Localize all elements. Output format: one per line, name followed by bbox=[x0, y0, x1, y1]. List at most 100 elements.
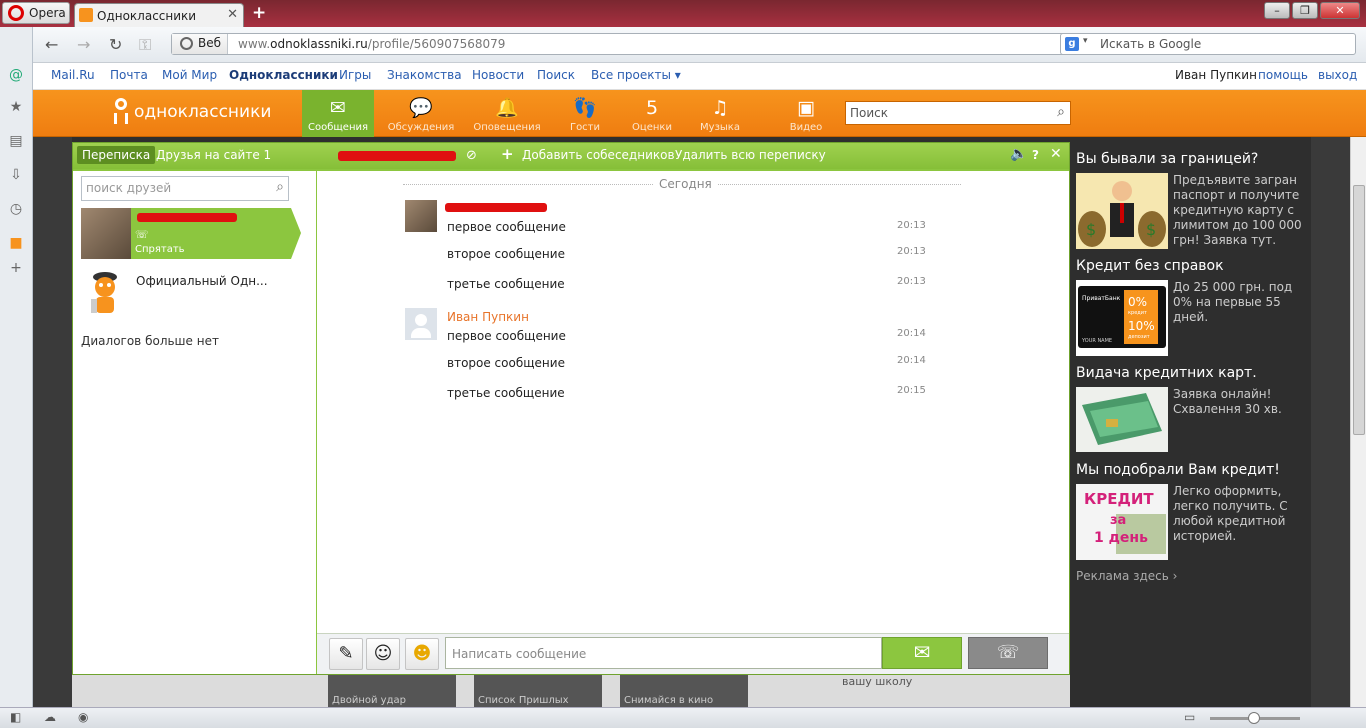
friend-search-input[interactable]: поиск друзей ⌕ bbox=[81, 176, 289, 201]
hide-dialog-button[interactable]: Спрятать bbox=[135, 244, 185, 255]
cloud-icon[interactable]: ☁ bbox=[44, 710, 56, 724]
add-panel-icon[interactable]: + bbox=[8, 260, 24, 276]
search-engine-caret-icon[interactable]: ▾ bbox=[1083, 36, 1088, 46]
sound-icon[interactable]: 🔈 bbox=[1010, 146, 1027, 162]
nav-messages[interactable]: ✉ Сообщения bbox=[302, 90, 374, 137]
ok-favicon-icon bbox=[79, 8, 93, 22]
block-icon[interactable]: ⊘ bbox=[466, 148, 477, 163]
new-tab-button[interactable]: + bbox=[252, 3, 266, 23]
ad-image[interactable] bbox=[1076, 387, 1168, 452]
nav-video[interactable]: ▣ Видео bbox=[770, 90, 842, 137]
downloads-icon[interactable]: ⇩ bbox=[8, 167, 24, 183]
smiley-icon[interactable]: ☻ bbox=[405, 638, 439, 670]
ad-text[interactable]: Заявка онлайн! Схвалення 30 хв. bbox=[1173, 387, 1307, 417]
sticker-icon[interactable]: ☺ bbox=[366, 638, 400, 670]
ads-more-link[interactable]: Реклама здесь › bbox=[1076, 569, 1177, 583]
ok-panel-icon[interactable]: ■ bbox=[8, 235, 24, 251]
message-input[interactable]: Написать сообщение bbox=[445, 637, 882, 669]
tab-close-icon[interactable]: ✕ bbox=[227, 7, 238, 22]
link-mailru[interactable]: Mail.Ru bbox=[51, 68, 95, 82]
search-icon[interactable]: ⌕ bbox=[276, 179, 284, 195]
avatar[interactable] bbox=[405, 200, 437, 232]
avatar-placeholder-icon[interactable] bbox=[405, 308, 437, 340]
ad-title[interactable]: Мы подобрали Вам кредит! bbox=[1076, 462, 1280, 478]
ok-search-input[interactable]: Поиск ⌕ bbox=[845, 101, 1071, 125]
link-pochta[interactable]: Почта bbox=[110, 68, 148, 82]
ad-title[interactable]: Вы бывали за границей? bbox=[1076, 151, 1258, 167]
dialog-item-official[interactable]: Официальный Одн... bbox=[136, 274, 268, 288]
link-igry[interactable]: Игры bbox=[339, 68, 371, 82]
web-badge[interactable]: Веб bbox=[172, 34, 228, 54]
address-bar[interactable]: Веб www.odnoklassniki.ru/profile/5609075… bbox=[171, 33, 1085, 55]
link-odnoklassniki[interactable]: Одноклассники bbox=[229, 68, 338, 82]
help-link[interactable]: помощь bbox=[1258, 68, 1308, 82]
browser-tab[interactable]: Одноклассники ✕ bbox=[74, 3, 244, 27]
nav-notifications[interactable]: 🔔 Оповещения bbox=[471, 90, 543, 137]
key-icon[interactable]: ⚿ bbox=[139, 35, 151, 55]
bookmarks-icon[interactable]: ★ bbox=[8, 99, 24, 115]
plus-icon[interactable]: + bbox=[501, 145, 514, 163]
svg-text:депозит: депозит bbox=[1128, 334, 1150, 340]
dialog-item-active[interactable]: ☏ Спрятать bbox=[81, 208, 301, 259]
scrollbar-thumb[interactable] bbox=[1353, 185, 1365, 435]
history-icon[interactable]: ◷ bbox=[8, 201, 24, 217]
add-participants-button[interactable]: Добавить собеседников bbox=[522, 148, 675, 162]
tab-conversations[interactable]: Переписка bbox=[77, 146, 156, 164]
nav-guests[interactable]: 👣 Гости bbox=[549, 90, 621, 137]
ad-title[interactable]: Видача кредитних карт. bbox=[1076, 365, 1257, 381]
message-author[interactable]: Иван Пупкин bbox=[447, 310, 529, 324]
close-window-icon[interactable]: ✕ bbox=[1320, 2, 1360, 19]
search-icon[interactable]: ⌕ bbox=[1057, 104, 1065, 120]
zoom-slider[interactable] bbox=[1210, 712, 1300, 724]
mail-panel-icon[interactable]: @ bbox=[8, 67, 24, 83]
ad-title[interactable]: Кредит без справок bbox=[1076, 258, 1224, 274]
speed-dial-icon[interactable]: ◉ bbox=[78, 710, 88, 724]
zoom-slider-handle[interactable] bbox=[1248, 712, 1260, 724]
view-icon[interactable]: ▭ bbox=[1184, 710, 1195, 724]
link-moy-mir[interactable]: Мой Мир bbox=[162, 68, 217, 82]
page-scrollbar[interactable] bbox=[1350, 137, 1366, 707]
nav-ratings[interactable]: 5 Оценки bbox=[616, 90, 688, 137]
link-all-projects[interactable]: Все проекты ▾ bbox=[591, 68, 681, 82]
behind-text: вашу школу bbox=[842, 675, 913, 688]
help-icon[interactable]: ? bbox=[1032, 148, 1039, 162]
panel-toggle-icon[interactable]: ◧ bbox=[10, 710, 21, 724]
ad-image[interactable]: КРЕДИТ за 1 день bbox=[1076, 484, 1168, 560]
thumb-item[interactable]: Двойной удар bbox=[328, 675, 456, 707]
minimize-icon[interactable]: – bbox=[1264, 2, 1290, 19]
link-znakomstva[interactable]: Знакомства bbox=[387, 68, 462, 82]
link-poisk[interactable]: Поиск bbox=[537, 68, 575, 82]
delete-all-button[interactable]: Удалить всю переписку bbox=[675, 148, 826, 162]
ad-text[interactable]: До 25 000 грн. под 0% на первые 55 дней. bbox=[1173, 280, 1307, 325]
back-icon[interactable]: ← bbox=[45, 35, 58, 54]
ok-logo-text: одноклассники bbox=[134, 102, 272, 122]
thumb-item[interactable]: Снимайся в кино bbox=[620, 675, 748, 707]
reload-icon[interactable]: ↻ bbox=[109, 35, 122, 54]
nav-music[interactable]: ♫ Музыка bbox=[684, 90, 756, 137]
restore-icon[interactable]: ❐ bbox=[1292, 2, 1318, 19]
ok-logo[interactable]: одноклассники bbox=[113, 98, 271, 126]
phone-icon[interactable]: ☏ bbox=[135, 228, 149, 241]
day-separator: Сегодня bbox=[403, 177, 961, 196]
ad-image[interactable]: $ $ bbox=[1076, 173, 1168, 249]
svg-text:ПриватБанк: ПриватБанк bbox=[1082, 295, 1121, 302]
close-icon[interactable]: ✕ bbox=[1050, 146, 1062, 162]
pencil-icon[interactable]: ✎ bbox=[329, 638, 363, 670]
message-input-bar: ✎ ☺ ☻ Написать сообщение ✉ ☏ bbox=[317, 633, 1069, 674]
nav-discussions[interactable]: 💬 Обсуждения bbox=[385, 90, 457, 137]
user-name-link[interactable]: Иван Пупкин bbox=[1175, 68, 1257, 82]
forward-icon[interactable]: → bbox=[77, 35, 90, 54]
ad-text[interactable]: Предъявите загран паспорт и получите кре… bbox=[1173, 173, 1307, 248]
opera-menu-button[interactable]: Opera bbox=[2, 2, 70, 24]
call-button[interactable]: ☏ bbox=[968, 637, 1048, 669]
thumb-item[interactable]: Список Пришлых bbox=[474, 675, 602, 707]
tab-friends-online[interactable]: Друзья на сайте 1 bbox=[156, 148, 271, 162]
send-button[interactable]: ✉ bbox=[882, 637, 962, 669]
ad-image[interactable]: ПриватБанк 0% кредит 10% депозит YOUR NAME bbox=[1076, 280, 1168, 356]
link-novosti[interactable]: Новости bbox=[472, 68, 524, 82]
google-icon[interactable]: g bbox=[1065, 37, 1079, 51]
logout-link[interactable]: выход bbox=[1318, 68, 1357, 82]
notes-icon[interactable]: ▤ bbox=[8, 133, 24, 149]
google-search-input[interactable]: g ▾ Искать в Google bbox=[1060, 33, 1356, 55]
ad-text[interactable]: Легко оформить, легко получить. С любой … bbox=[1173, 484, 1307, 544]
